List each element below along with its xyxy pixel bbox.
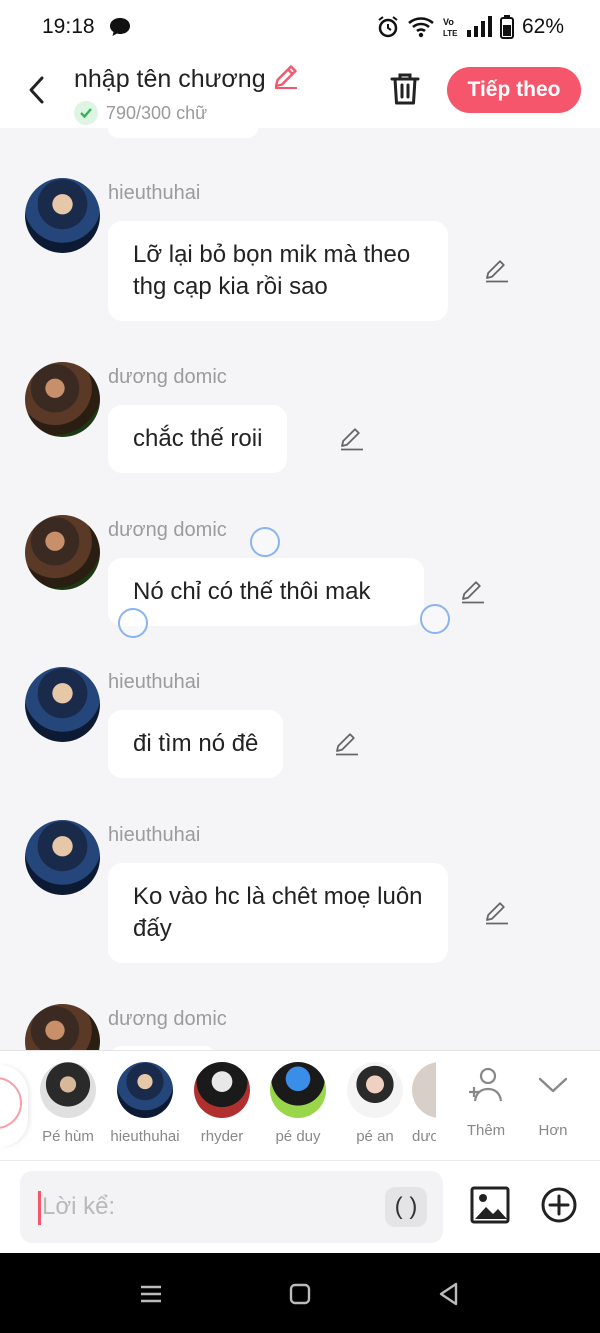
edit-icon[interactable] bbox=[334, 731, 360, 757]
editor-header: nhập tên chương 790/300 chữ Tiếp theo bbox=[0, 54, 600, 128]
character-avatar bbox=[347, 1062, 403, 1118]
selection-handle-start[interactable] bbox=[118, 608, 148, 638]
more-label: Hơn bbox=[538, 1122, 568, 1139]
character-avatar bbox=[270, 1062, 326, 1118]
message-bubble[interactable]: đi tìm nó đê bbox=[108, 710, 284, 778]
add-character-button[interactable]: Thêm bbox=[456, 1065, 516, 1139]
more-button[interactable]: Hơn bbox=[523, 1065, 583, 1139]
composer: Lời kể: ( ) bbox=[0, 1160, 600, 1253]
volte-icon: Vo LTE bbox=[442, 16, 458, 38]
home-icon[interactable] bbox=[285, 1279, 315, 1309]
add-label: Thêm bbox=[466, 1122, 506, 1139]
trash-icon bbox=[390, 73, 420, 105]
avatar[interactable] bbox=[25, 1004, 100, 1050]
sender-name: dương domic bbox=[108, 519, 227, 541]
next-button[interactable]: Tiếp theo bbox=[447, 67, 581, 113]
sender-name: dương domic bbox=[108, 366, 227, 388]
character-avatar bbox=[412, 1062, 436, 1118]
chapter-title-area[interactable]: nhập tên chương 790/300 chữ bbox=[74, 62, 300, 125]
svg-text:Vo: Vo bbox=[443, 17, 454, 27]
battery-percent: 62% bbox=[521, 15, 564, 38]
character-avatar bbox=[117, 1062, 173, 1118]
check-icon bbox=[74, 101, 98, 125]
text-cursor bbox=[38, 1191, 41, 1225]
selection-handle-end[interactable] bbox=[420, 604, 450, 634]
sender-name: hieuthuhai bbox=[108, 671, 201, 693]
character-name: Pé hùm bbox=[42, 1128, 94, 1145]
chapter-title[interactable]: nhập tên chương bbox=[74, 65, 266, 94]
selection-handle-top[interactable] bbox=[250, 527, 280, 557]
character-name: pé an bbox=[356, 1128, 394, 1145]
character-avatar bbox=[40, 1062, 96, 1118]
status-bar: 19:18 Vo LTE 62% bbox=[0, 0, 600, 54]
sender-name: dương domic bbox=[108, 1008, 227, 1030]
svg-text:LTE: LTE bbox=[443, 29, 458, 38]
chevron-down-icon bbox=[538, 1077, 568, 1093]
character-item[interactable]: Pé hùm bbox=[33, 1062, 103, 1145]
sender-name: hieuthuhai bbox=[108, 824, 201, 846]
edit-icon[interactable] bbox=[484, 900, 510, 926]
word-count: 790/300 chữ bbox=[106, 102, 208, 123]
character-name: pé duy bbox=[275, 1128, 321, 1145]
sender-name: hieuthuhai bbox=[108, 182, 201, 204]
edit-icon[interactable] bbox=[339, 426, 365, 452]
bracket-button[interactable]: ( ) bbox=[385, 1187, 427, 1227]
add-person-icon bbox=[469, 1067, 503, 1102]
message-bubble[interactable]: Nó chỉ có thế thôi mak bbox=[108, 558, 424, 626]
back-nav-icon[interactable] bbox=[434, 1279, 464, 1309]
narration-input[interactable]: Lời kể: ( ) bbox=[20, 1171, 443, 1243]
message-bubble-partial bbox=[108, 128, 258, 138]
character-partial[interactable] bbox=[0, 1065, 28, 1147]
recents-icon[interactable] bbox=[136, 1279, 166, 1309]
chat-list[interactable]: hieuthuhai Lỡ lại bỏ bọn mik mà theo thg… bbox=[0, 128, 600, 1050]
delete-button[interactable] bbox=[386, 68, 424, 110]
edit-icon[interactable] bbox=[484, 258, 510, 284]
back-button[interactable] bbox=[18, 70, 54, 110]
character-avatar bbox=[194, 1062, 250, 1118]
avatar[interactable] bbox=[25, 362, 100, 437]
pencil-icon[interactable] bbox=[272, 62, 300, 97]
message-bubble[interactable]: Lỡ lại bỏ bọn mik mà theo thg cạp kia rồ… bbox=[108, 221, 448, 321]
wifi-icon bbox=[408, 16, 434, 38]
add-circle-icon[interactable] bbox=[540, 1186, 578, 1224]
signal-icon bbox=[466, 16, 492, 38]
character-item[interactable]: pé duy bbox=[263, 1062, 333, 1145]
character-name: hieuthuhai bbox=[110, 1128, 180, 1145]
character-item[interactable]: rhyder bbox=[187, 1062, 257, 1145]
alarm-icon bbox=[376, 15, 400, 39]
status-time: 19:18 bbox=[42, 15, 95, 38]
message-bubble[interactable]: Ko vào hc là chêt moẹ luôn đấy bbox=[108, 863, 448, 963]
avatar[interactable] bbox=[25, 820, 100, 895]
message-bubble[interactable]: chắc thế roii bbox=[108, 405, 288, 473]
image-icon[interactable] bbox=[470, 1185, 510, 1225]
character-item[interactable]: hieuthuhai bbox=[110, 1062, 180, 1145]
edit-icon[interactable] bbox=[460, 579, 486, 605]
character-item[interactable]: pé an bbox=[340, 1062, 410, 1145]
system-nav-bar bbox=[0, 1253, 600, 1333]
character-name: dươ bbox=[412, 1128, 436, 1145]
avatar[interactable] bbox=[25, 178, 100, 253]
character-name: rhyder bbox=[200, 1128, 244, 1145]
avatar[interactable] bbox=[25, 667, 100, 742]
chat-bubble-icon bbox=[109, 17, 131, 37]
character-selector[interactable]: Pé hùm hieuthuhai rhyder pé duy pé an dư… bbox=[0, 1050, 600, 1160]
chevron-left-icon bbox=[29, 76, 44, 104]
narration-placeholder: Lời kể: bbox=[42, 1193, 116, 1220]
character-item[interactable]: dươ bbox=[412, 1062, 436, 1145]
avatar[interactable] bbox=[25, 515, 100, 590]
battery-icon bbox=[499, 15, 514, 39]
